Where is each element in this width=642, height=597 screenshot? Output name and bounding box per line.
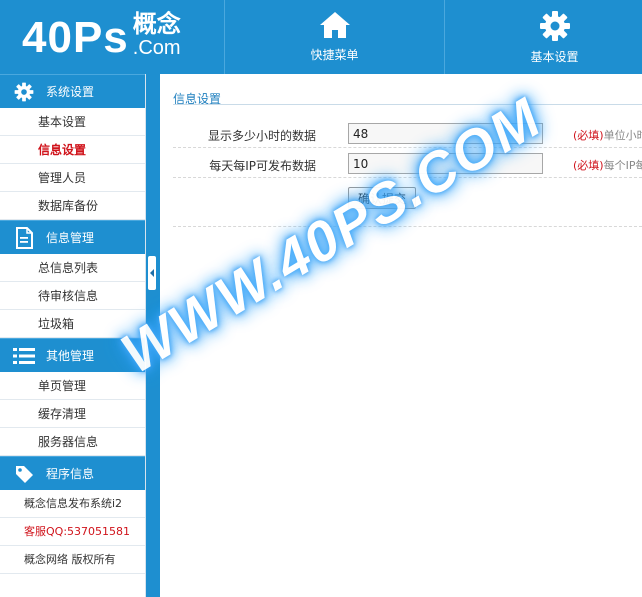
sidebar-group-title: 信息管理 xyxy=(46,231,95,245)
copyright: 概念网络 版权所有 xyxy=(0,546,145,574)
hours-label: 显示多少小时的数据 xyxy=(207,129,316,143)
gear-icon xyxy=(539,11,570,41)
logo-cn-text: 概念 xyxy=(132,10,181,38)
nav-quick-menu[interactable]: 快捷菜单 xyxy=(224,0,444,74)
sidebar: 系统设置 基本设置 信息设置 管理人员 数据库备份 信息管理 总信息列表 待审核… xyxy=(0,74,146,597)
sidebar-collapse-handle[interactable] xyxy=(148,256,156,290)
sidebar-item-db-backup[interactable]: 数据库备份 xyxy=(0,192,145,220)
logo-com-text: .Com xyxy=(132,37,181,59)
sidebar-group-system-settings[interactable]: 系统设置 xyxy=(0,74,145,108)
site-logo[interactable]: 40Ps 概念 .Com xyxy=(22,8,181,64)
top-header: 40Ps 概念 .Com 快捷菜单 基本设置 xyxy=(0,0,642,74)
document-icon xyxy=(12,226,36,250)
home-icon xyxy=(319,12,350,38)
gear-icon xyxy=(12,80,36,104)
form-row-hours: 显示多少小时的数据 (必填)单位小时 xyxy=(173,120,642,148)
sidebar-item-admins[interactable]: 管理人员 xyxy=(0,164,145,192)
hours-input[interactable] xyxy=(348,123,543,144)
nav-basic-settings-label: 基本设置 xyxy=(530,50,579,64)
form-divider xyxy=(173,226,642,227)
per-ip-label: 每天每IP可发布数据 xyxy=(209,159,316,173)
nav-quick-menu-label: 快捷菜单 xyxy=(310,48,359,62)
tag-icon xyxy=(12,462,36,486)
support-qq: 客服QQ:537051581 xyxy=(0,518,145,546)
hours-note: (必填)单位小时 xyxy=(573,129,642,142)
sidebar-item-single-page[interactable]: 单页管理 xyxy=(0,372,145,400)
sidebar-item-cache-clear[interactable]: 缓存清理 xyxy=(0,400,145,428)
sidebar-group-other-management[interactable]: 其他管理 xyxy=(0,338,145,372)
sidebar-item-server-info[interactable]: 服务器信息 xyxy=(0,428,145,456)
sidebar-item-info-settings[interactable]: 信息设置 xyxy=(0,136,145,164)
main-content: 信息设置 显示多少小时的数据 (必填)单位小时 每天每IP可发布数据 (必填)每… xyxy=(160,74,642,597)
sidebar-group-title: 程序信息 xyxy=(46,467,95,481)
form-row-per-ip: 每天每IP可发布数据 (必填)每个IP每天 xyxy=(173,150,642,178)
sidebar-group-title: 系统设置 xyxy=(46,85,95,99)
sidebar-item-trash[interactable]: 垃圾箱 xyxy=(0,310,145,338)
logo-text: 40Ps xyxy=(22,13,129,62)
sidebar-divider xyxy=(146,74,160,597)
per-ip-input[interactable] xyxy=(348,153,543,174)
sidebar-group-program-info[interactable]: 程序信息 xyxy=(0,456,145,490)
program-name: 概念信息发布系统i2 xyxy=(0,490,145,518)
nav-basic-settings[interactable]: 基本设置 xyxy=(444,0,642,74)
sidebar-item-basic-settings[interactable]: 基本设置 xyxy=(0,108,145,136)
list-icon xyxy=(12,344,36,368)
sidebar-item-all-info[interactable]: 总信息列表 xyxy=(0,254,145,282)
sidebar-group-info-management[interactable]: 信息管理 xyxy=(0,220,145,254)
per-ip-note: (必填)每个IP每天 xyxy=(573,159,642,172)
submit-button[interactable]: 确认提交 xyxy=(348,187,416,209)
sidebar-group-title: 其他管理 xyxy=(46,349,95,363)
title-divider xyxy=(173,104,642,105)
sidebar-item-pending-review[interactable]: 待审核信息 xyxy=(0,282,145,310)
chevron-left-icon xyxy=(150,269,154,277)
